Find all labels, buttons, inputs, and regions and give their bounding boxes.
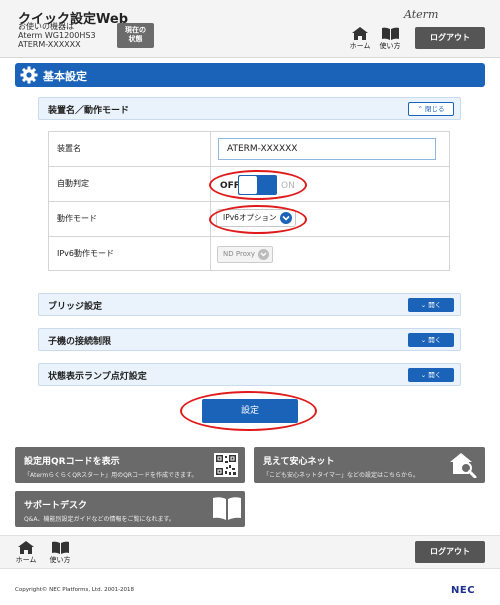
panel-label: 状態表示ランプ点灯設定 — [48, 372, 147, 382]
section-title: 基本設定 — [43, 70, 87, 83]
open-panel-button[interactable]: ⌄ 開く — [408, 333, 454, 347]
panel-device-mode: 装置名／動作モード ⌃ 閉じる — [38, 97, 461, 120]
device-name-input[interactable]: ATERM-XXXXXX — [218, 138, 436, 160]
logout-button[interactable]: ログアウト — [415, 541, 485, 563]
qr-code-icon — [214, 453, 238, 477]
home-nav[interactable]: ホーム — [11, 541, 41, 565]
chevron-down-icon — [258, 249, 269, 260]
close-panel-button[interactable]: ⌃ 閉じる — [408, 102, 454, 116]
panel-bridge: ブリッジ設定 ⌄ 開く — [38, 293, 461, 316]
book-icon — [381, 27, 399, 40]
card-title: サポートデスク — [24, 501, 88, 511]
house-search-icon — [450, 453, 477, 478]
book-icon — [51, 541, 69, 554]
brand-logo: Aterm — [404, 8, 439, 21]
home-label: ホーム — [349, 42, 371, 50]
auto-detect-label: 自動判定 — [49, 167, 211, 201]
open-panel-button[interactable]: ⌄ 開く — [408, 298, 454, 312]
panel-client-limit: 子機の接続制限 ⌄ 開く — [38, 328, 461, 351]
safe-net-card[interactable]: 見えて安心ネット 「こども安心ネットタイマー」などの設定はこちらから。 — [254, 447, 485, 483]
highlight-ring — [209, 170, 307, 200]
book-icon — [213, 497, 241, 520]
ipv6-mode-select[interactable]: ND Proxy — [217, 246, 273, 263]
device-id: ATERM-XXXXXX — [18, 40, 81, 49]
home-nav[interactable]: ホーム — [345, 27, 375, 51]
highlight-ring — [209, 205, 307, 234]
logout-button[interactable]: ログアウト — [415, 27, 485, 49]
home-icon — [18, 541, 34, 554]
panel-label: 子機の接続制限 — [48, 337, 112, 347]
current-status-button[interactable]: 現在の 状態 — [117, 23, 154, 48]
help-nav[interactable]: 使い方 — [375, 27, 405, 51]
card-title: 設定用QRコードを表示 — [24, 457, 120, 467]
mode-label: 動作モード — [49, 202, 211, 236]
panel-label: ブリッジ設定 — [48, 302, 103, 312]
ipv6-mode-value: ND Proxy — [223, 250, 256, 258]
help-label: 使い方 — [49, 556, 71, 564]
gear-icon — [20, 66, 38, 84]
model-label: お使いの機器は — [18, 22, 74, 31]
qr-code-card[interactable]: 設定用QRコードを表示 「AtermらくらくQRスタート」用のQRコードを作成で… — [15, 447, 245, 483]
panel-label: 装置名／動作モード — [48, 106, 130, 116]
open-panel-button[interactable]: ⌄ 開く — [408, 368, 454, 382]
card-desc: Q&A、機能別設定ガイドなどの情報をご覧になれます。 — [24, 516, 175, 523]
panel-lamp-setting: 状態表示ランプ点灯設定 ⌄ 開く — [38, 363, 461, 386]
card-desc: 「こども安心ネットタイマー」などの設定はこちらから。 — [263, 472, 420, 479]
device-name-label: 装置名 — [49, 132, 211, 166]
home-label: ホーム — [15, 556, 37, 564]
help-nav[interactable]: 使い方 — [45, 541, 75, 565]
nec-logo: NEC — [451, 585, 476, 596]
ipv6-mode-label: IPv6動作モード — [49, 237, 211, 271]
model-name: Aterm WG1200HS3 — [18, 31, 96, 40]
support-desk-card[interactable]: サポートデスク Q&A、機能別設定ガイドなどの情報をご覧になれます。 — [15, 491, 245, 527]
help-label: 使い方 — [379, 42, 401, 50]
home-icon — [352, 27, 368, 40]
card-desc: 「AtermらくらくQRスタート」用のQRコードを作成できます。 — [24, 472, 198, 479]
card-title: 見えて安心ネット — [263, 457, 335, 467]
highlight-ring — [180, 391, 317, 431]
copyright: Copyright© NEC Platforms, Ltd. 2001-2018 — [15, 587, 135, 593]
